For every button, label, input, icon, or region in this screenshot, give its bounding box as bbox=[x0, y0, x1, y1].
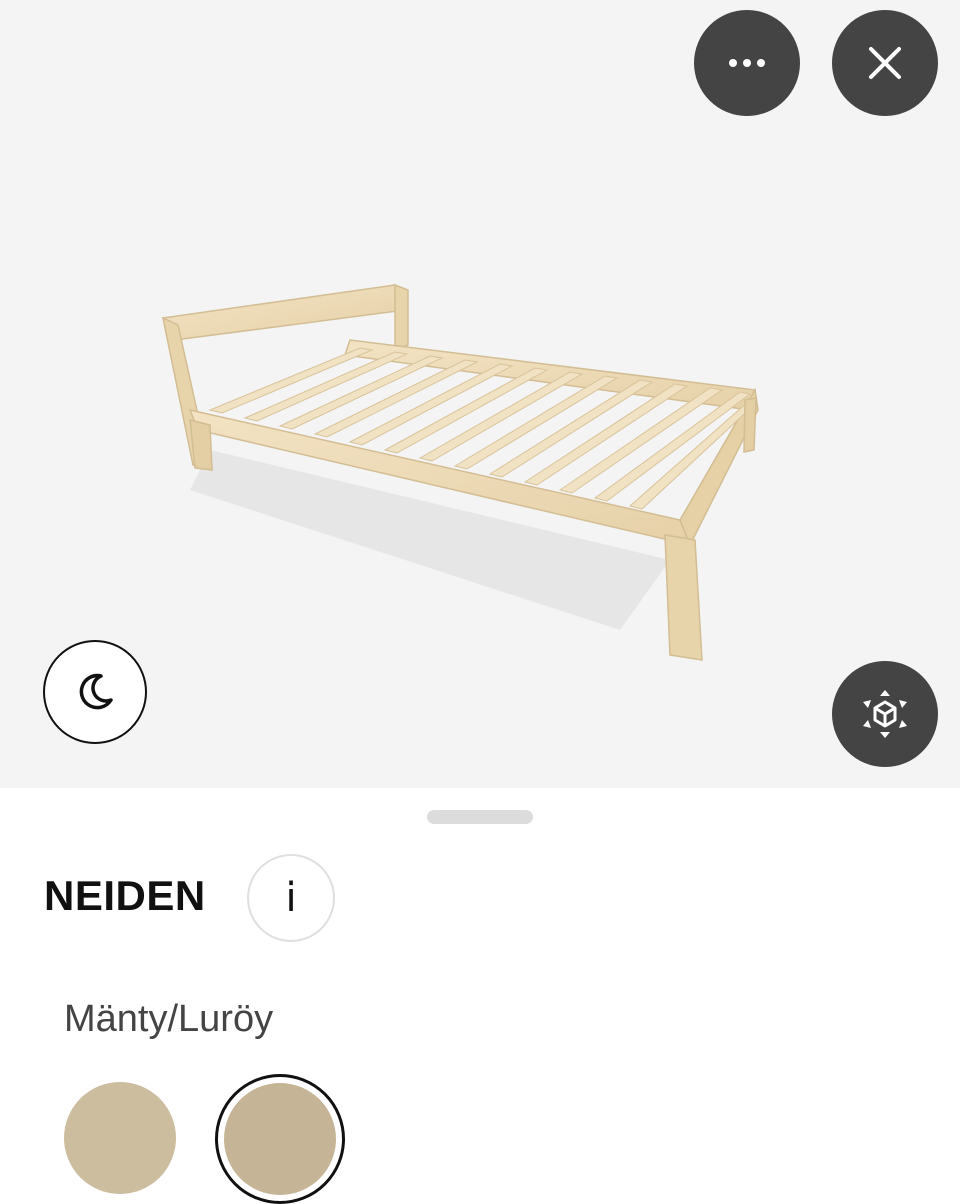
bed-leg-back bbox=[743, 397, 757, 453]
sheet-drag-handle[interactable] bbox=[427, 810, 533, 824]
moon-icon bbox=[79, 673, 113, 710]
headboard-right-post bbox=[394, 283, 409, 352]
bed-leg-footside bbox=[664, 534, 703, 661]
product-info-button[interactable]: i bbox=[247, 854, 335, 942]
ar-view-button[interactable] bbox=[832, 661, 938, 767]
more-options-button[interactable] bbox=[694, 10, 800, 116]
close-button[interactable] bbox=[832, 10, 938, 116]
more-horizontal-icon bbox=[729, 59, 765, 67]
close-icon bbox=[869, 47, 901, 79]
info-icon: i bbox=[285, 875, 297, 921]
color-swatch-2[interactable] bbox=[224, 1083, 336, 1195]
product-bottom-sheet: NEIDEN i Mänty/Luröy bbox=[0, 788, 960, 1204]
night-mode-toggle[interactable] bbox=[43, 640, 147, 744]
headboard-top-rail bbox=[161, 284, 407, 341]
3d-viewer[interactable] bbox=[0, 0, 960, 788]
product-name: NEIDEN bbox=[44, 872, 206, 919]
variant-label: Mänty/Luröy bbox=[64, 998, 274, 1040]
ar-cube-icon bbox=[863, 690, 907, 738]
color-swatch-1[interactable] bbox=[64, 1082, 176, 1194]
bed-3d-model[interactable] bbox=[150, 270, 770, 670]
